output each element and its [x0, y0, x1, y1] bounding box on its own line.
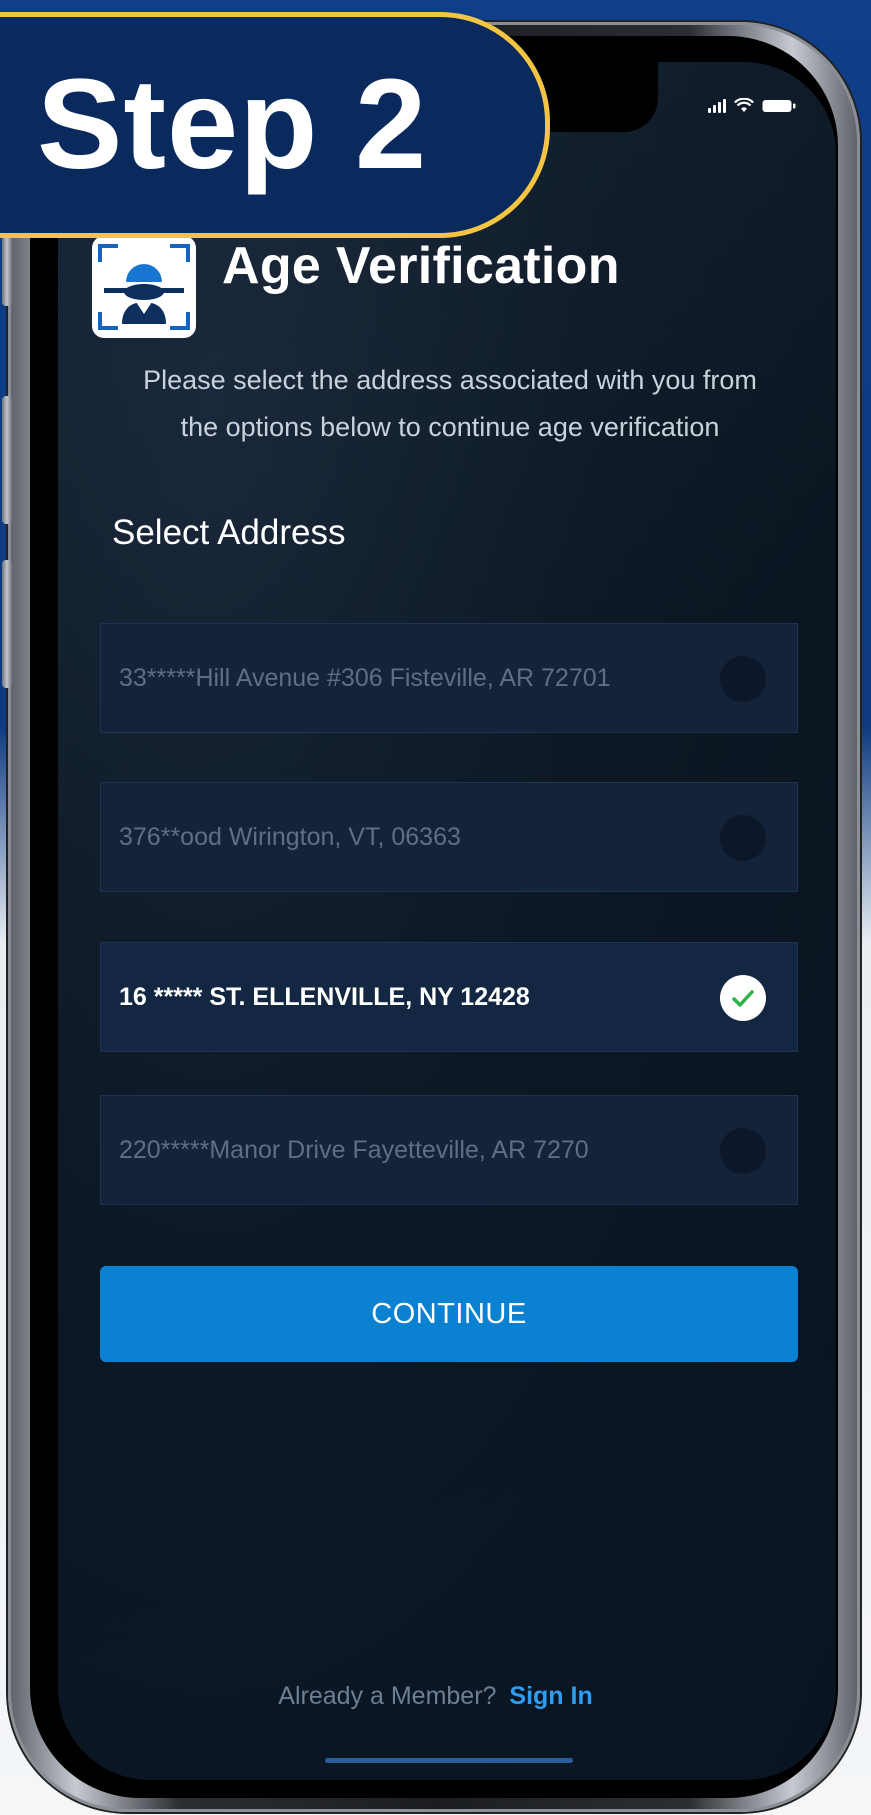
status-bar	[708, 98, 796, 113]
address-option-1[interactable]: 33*****Hill Avenue #306 Fisteville, AR 7…	[100, 623, 798, 733]
step-badge: Step 2	[0, 12, 550, 238]
address-option-4[interactable]: 220*****Manor Drive Fayetteville, AR 727…	[100, 1095, 798, 1205]
radio-button[interactable]	[720, 1128, 766, 1174]
volume-down-button	[2, 560, 12, 688]
instruction-text: Please select the address associated wit…	[143, 365, 757, 442]
radio-button-selected[interactable]	[720, 975, 766, 1021]
mute-switch	[2, 236, 12, 306]
address-text: 33*****Hill Avenue #306 Fisteville, AR 7…	[119, 663, 611, 692]
already-member-text: Already a Member?	[278, 1682, 497, 1710]
select-address-label: Select Address	[112, 513, 346, 552]
radio-button[interactable]	[720, 815, 766, 861]
wifi-icon	[734, 98, 754, 113]
address-text: 220*****Manor Drive Fayetteville, AR 727…	[119, 1135, 589, 1164]
address-option-3[interactable]: 16 ***** ST. ELLENVILLE, NY 12428	[100, 942, 798, 1052]
page-title: Age Verification	[222, 237, 620, 295]
step-badge-label: Step 2	[37, 53, 428, 196]
address-text: 376**ood Wirington, VT, 06363	[119, 822, 461, 851]
continue-button[interactable]: CONTINUE	[100, 1266, 798, 1362]
battery-icon	[762, 99, 796, 113]
signal-icon	[708, 99, 726, 113]
sign-in-link[interactable]: Sign In	[509, 1682, 592, 1710]
signin-row: Already a Member? Sign In	[0, 1682, 871, 1711]
volume-up-button	[2, 396, 12, 524]
address-option-2[interactable]: 376**ood Wirington, VT, 06363	[100, 782, 798, 892]
home-indicator[interactable]	[325, 1758, 573, 1763]
age-verification-logo-icon	[92, 236, 196, 338]
address-text: 16 ***** ST. ELLENVILLE, NY 12428	[119, 982, 530, 1011]
radio-button[interactable]	[720, 656, 766, 702]
checkmark-icon	[732, 990, 754, 1007]
